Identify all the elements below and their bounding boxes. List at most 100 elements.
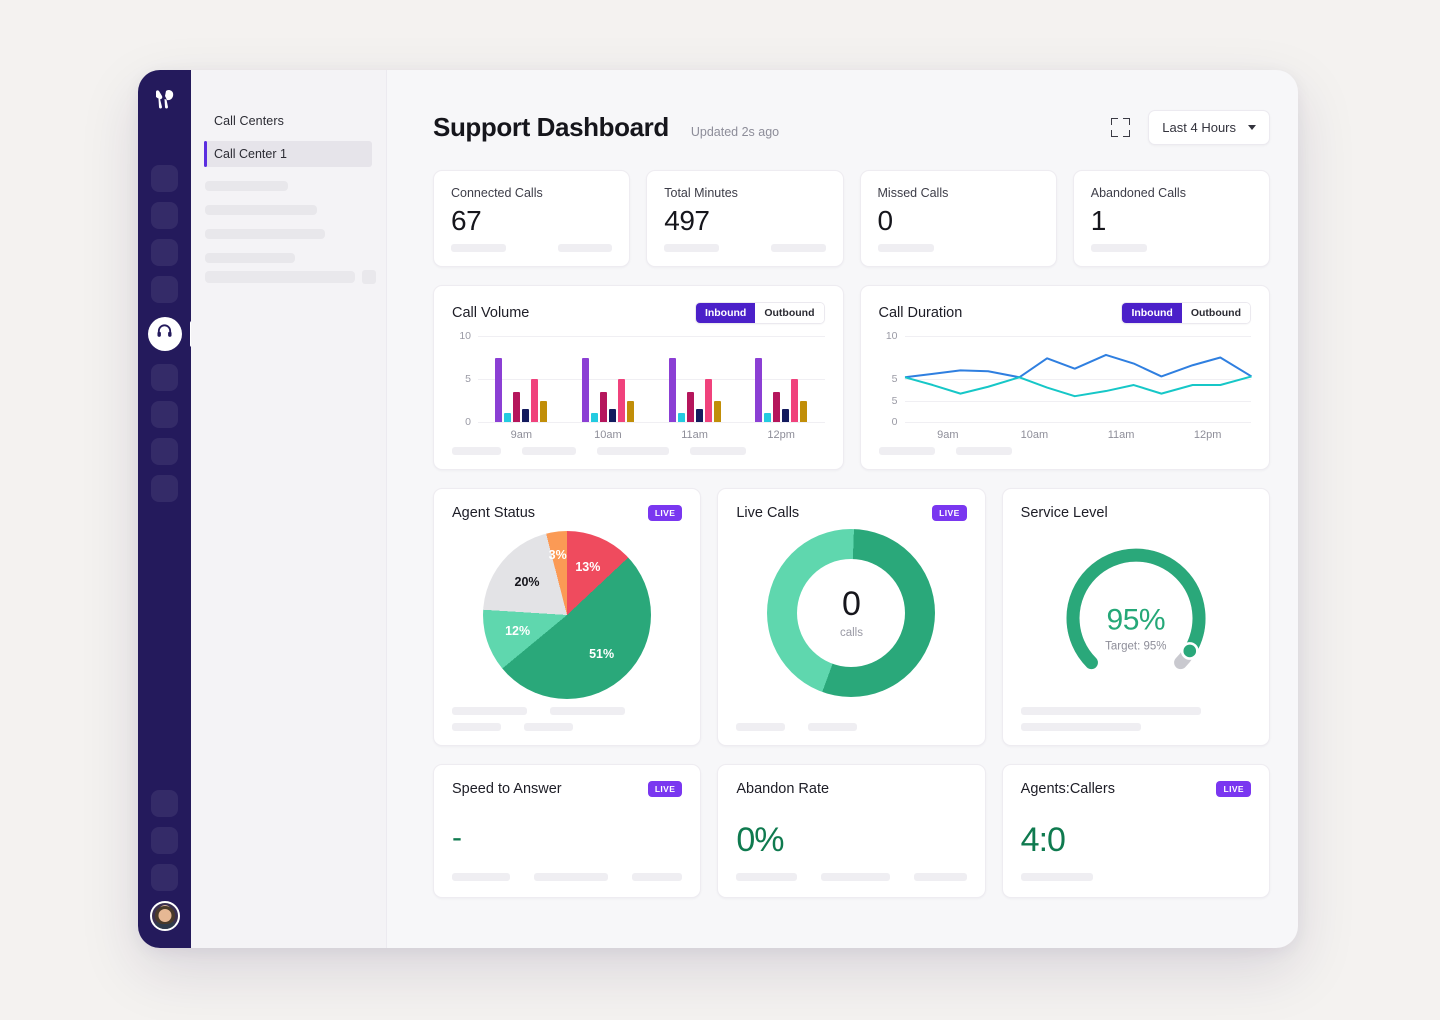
toggle-inbound[interactable]: Inbound bbox=[695, 303, 756, 323]
panel-footer-bar bbox=[205, 271, 355, 283]
agent-status-pie: 13% 51% 12% 20% 3% bbox=[483, 531, 652, 699]
bar-group bbox=[755, 357, 808, 422]
bar-group bbox=[495, 357, 548, 422]
bar bbox=[531, 379, 539, 422]
abandon-rate-value: 0% bbox=[736, 821, 784, 859]
card-header: Call Volume Inbound Outbound bbox=[452, 302, 825, 324]
x-axis-tick: 9am bbox=[937, 429, 959, 441]
pie-slice-label: 20% bbox=[514, 574, 540, 589]
card-skeleton bbox=[452, 873, 683, 881]
service-level-gauge-wrap: 95% Target: 95% bbox=[1047, 531, 1225, 699]
nav-item-placeholder-2[interactable] bbox=[151, 202, 178, 229]
card-skeleton-row1 bbox=[452, 707, 682, 715]
kpi-label: Total Minutes bbox=[664, 186, 738, 200]
bar-group bbox=[581, 357, 634, 422]
pie-slice-label: 13% bbox=[575, 560, 601, 575]
nav-item-placeholder-1[interactable] bbox=[151, 165, 178, 192]
panel-footer-skeleton bbox=[205, 270, 376, 284]
gridline bbox=[478, 336, 825, 337]
user-avatar[interactable] bbox=[149, 901, 180, 931]
nav-item-placeholder-3[interactable] bbox=[151, 239, 178, 266]
card-service-level: Service Level 95% Target: 95% bbox=[1001, 488, 1270, 746]
live-badge: LIVE bbox=[647, 781, 683, 797]
card-call-volume: Call Volume Inbound Outbound 10 5 0 9am 10a… bbox=[433, 285, 844, 470]
y-axis-tick: 5 bbox=[891, 394, 898, 407]
card-header: Agent Status LIVE bbox=[452, 505, 683, 521]
card-header: Agents:Callers LIVE bbox=[1021, 781, 1251, 797]
bar bbox=[668, 357, 676, 422]
kpi-card-connected-calls: Connected Calls 67 bbox=[433, 170, 631, 267]
brand-logo-icon[interactable] bbox=[152, 87, 178, 113]
dashboard-header: Support Dashboard Updated 2s ago Last 4 … bbox=[433, 110, 1270, 145]
panel-skeleton-4 bbox=[205, 253, 295, 263]
card-skeleton-row2 bbox=[452, 723, 682, 731]
card-header: Speed to Answer LIVE bbox=[452, 781, 683, 797]
live-calls-donut-wrap: 0 calls bbox=[736, 529, 966, 697]
nav-item-placeholder-10[interactable] bbox=[151, 827, 178, 854]
nav-item-call-center-active[interactable] bbox=[147, 317, 194, 351]
x-axis-tick: 10am bbox=[594, 429, 622, 441]
nav-item-placeholder-9[interactable] bbox=[151, 790, 178, 817]
card-header: Live Calls LIVE bbox=[736, 505, 967, 521]
chevron-down-icon bbox=[1248, 125, 1256, 130]
toggle-outbound[interactable]: Outbound bbox=[1181, 303, 1250, 323]
bar bbox=[704, 379, 712, 422]
gridline bbox=[904, 422, 1251, 423]
app-window: Call Centers Call Center 1 Support Dashb… bbox=[138, 70, 1298, 948]
bar bbox=[713, 400, 721, 422]
direction-toggle: Inbound Outbound bbox=[1121, 302, 1251, 324]
pie-slice-label: 51% bbox=[589, 647, 615, 662]
toggle-outbound[interactable]: Outbound bbox=[755, 303, 824, 323]
mini-kpi-row: Speed to Answer LIVE - Abandon Rate 0% A… bbox=[433, 764, 1270, 898]
card-header: Abandon Rate bbox=[736, 781, 966, 797]
x-axis-tick: 11am bbox=[681, 429, 708, 441]
live-badge: LIVE bbox=[647, 505, 683, 521]
kpi-label: Missed Calls bbox=[877, 186, 949, 200]
y-axis-tick: 0 bbox=[891, 416, 898, 428]
live-badge: LIVE bbox=[1216, 781, 1251, 797]
gridline bbox=[478, 422, 825, 423]
service-level-target: Target: 95% bbox=[1105, 640, 1167, 653]
bar bbox=[686, 391, 694, 422]
bar bbox=[504, 413, 512, 422]
panel-skeleton-2 bbox=[205, 205, 317, 215]
bar bbox=[800, 400, 808, 422]
fullscreen-icon[interactable] bbox=[1111, 118, 1131, 137]
kpi-card-abandoned-calls: Abandoned Calls 1 bbox=[1072, 170, 1270, 267]
nav-item-placeholder-8[interactable] bbox=[151, 475, 178, 502]
nav-item-placeholder-7[interactable] bbox=[151, 438, 178, 465]
card-skeleton-row2 bbox=[1020, 723, 1251, 731]
nav-item-placeholder-6[interactable] bbox=[151, 401, 178, 428]
bar bbox=[522, 409, 530, 422]
nav-item-placeholder-11[interactable] bbox=[151, 864, 178, 891]
pie-slice-label: 12% bbox=[505, 624, 531, 639]
toggle-inbound[interactable]: Inbound bbox=[1122, 303, 1182, 323]
bar bbox=[773, 391, 781, 422]
nav-item-placeholder-5[interactable] bbox=[151, 364, 178, 391]
time-range-select[interactable]: Last 4 Hours bbox=[1148, 110, 1270, 145]
bar bbox=[608, 409, 616, 422]
card-title: Service Level bbox=[1020, 505, 1108, 521]
card-title: Agents:Callers bbox=[1020, 781, 1115, 797]
direction-toggle: Inbound Outbound bbox=[694, 302, 825, 324]
bar bbox=[626, 400, 634, 422]
panel-footer-square bbox=[362, 270, 376, 284]
bar bbox=[581, 357, 589, 422]
card-header: Service Level bbox=[1021, 505, 1251, 521]
nav-item-placeholder-4[interactable] bbox=[151, 276, 178, 303]
panel-title: Call Centers bbox=[214, 114, 284, 128]
x-axis-tick: 12pm bbox=[1193, 429, 1222, 441]
kpi-card-missed-calls: Missed Calls 0 bbox=[859, 170, 1057, 267]
bar bbox=[755, 357, 763, 422]
speed-to-answer-value: - bbox=[452, 821, 462, 854]
card-header: Call Duration Inbound Outbound bbox=[879, 302, 1251, 324]
bar bbox=[695, 409, 703, 422]
bar bbox=[782, 409, 790, 422]
kpi-value: 0 bbox=[877, 205, 894, 236]
x-axis-tick: 12pm bbox=[767, 429, 795, 441]
line-series-svg bbox=[905, 336, 1252, 422]
y-axis-tick: 10 bbox=[885, 330, 898, 342]
updated-timestamp: Updated 2s ago bbox=[690, 125, 780, 139]
panel-item-call-center-1[interactable]: Call Center 1 bbox=[204, 141, 372, 167]
x-axis-tick: 10am bbox=[1020, 429, 1049, 441]
